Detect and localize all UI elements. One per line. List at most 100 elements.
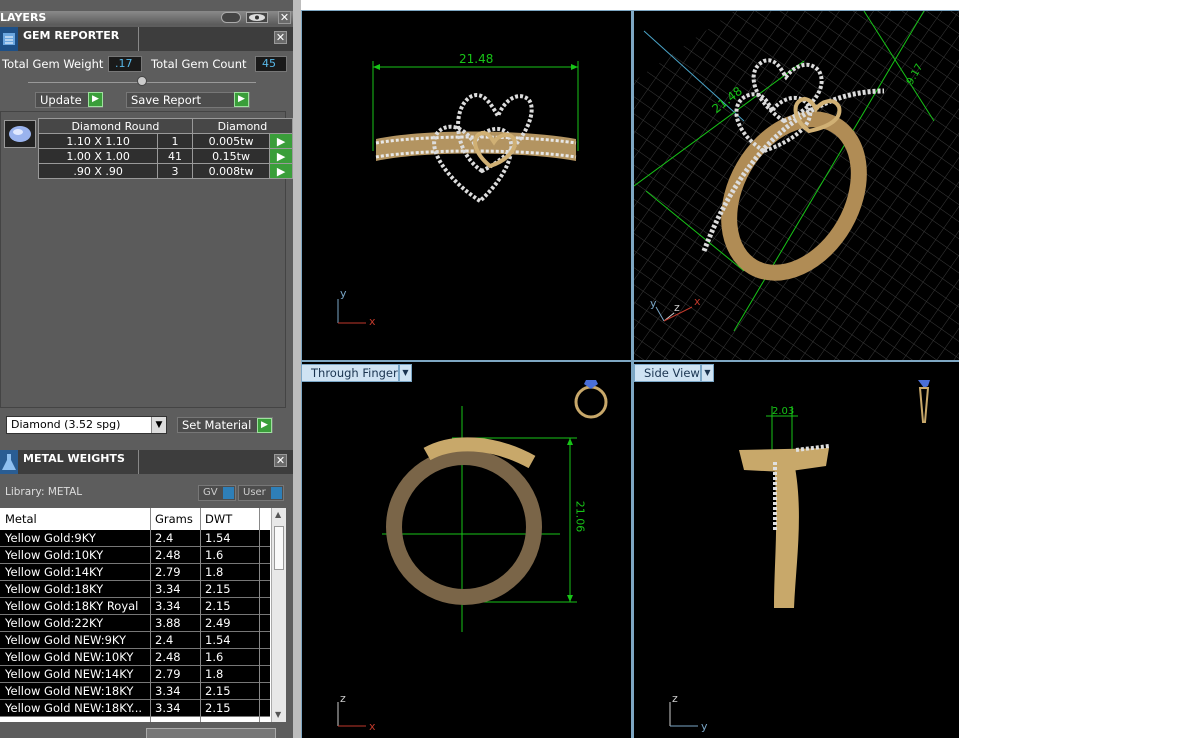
metal-cell-metal: Yellow Gold NEW:18KY... [5,701,143,715]
gem-row-play-icon[interactable]: ▶ [269,163,293,179]
metal-cell-metal: Yellow Gold NEW:18KY [5,684,134,698]
side-view-dimension: 2.03 [772,406,795,417]
column-divider [150,508,151,722]
flask-icon [0,450,18,474]
diamond-round-icon[interactable] [4,120,36,148]
gem-reporter-close-icon[interactable]: ✕ [274,31,287,44]
through-finger-canvas [337,380,608,727]
gem-row-play-icon[interactable]: ▶ [269,133,293,149]
scroll-down-icon[interactable]: ▼ [275,710,281,719]
metal-cell-metal: Yellow Gold:14KY [5,565,104,579]
user-toggle-icon[interactable] [271,487,282,499]
gem-row[interactable]: 1.10 X 1.10 1 0.005tw ▶ [37,133,293,149]
metal-cell-grams: 2.79 [155,565,181,579]
gem-weight: 0.15tw [191,148,271,164]
material-select[interactable]: Diamond (3.52 spg) ▼ [6,416,167,434]
metal-cell-metal: Yellow Gold:10KY [5,548,104,562]
splitter-handle[interactable] [137,76,147,86]
viewport-perspective[interactable]: 21.48 9.17 y z x [634,11,959,360]
metal-cell-dwt: 1.8 [205,565,224,579]
metal-cell-dwt: 1.54 [205,633,231,647]
viewport-top[interactable]: 21.48 y x [302,11,631,360]
eye-icon[interactable] [246,12,268,23]
gv-button[interactable]: GV [198,485,236,501]
bottom-control[interactable] [146,728,276,738]
save-report-button[interactable]: Save Report [126,92,250,108]
metal-cell-grams: 2.79 [155,667,181,681]
side-view-dropdown[interactable]: Side View ▼ [634,364,714,382]
viewport-through-finger[interactable]: 21.06 z x [302,362,631,738]
table-row[interactable]: Yellow Gold:10KY 2.48 1.6 [0,547,270,564]
through-finger-label: Through Finger [311,366,398,380]
metal-cell-metal: Yellow Gold NEW:9KY [5,633,127,647]
user-button[interactable]: User [238,485,284,501]
scroll-up-icon[interactable]: ▲ [275,510,281,519]
close-icon[interactable]: ✕ [278,11,291,24]
metal-cell-dwt: 1.6 [205,650,224,664]
axis-x-label: x [369,315,376,328]
metal-cell-dwt: 2.15 [205,599,231,613]
gv-toggle-icon[interactable] [223,487,234,499]
table-row[interactable]: Yellow Gold NEW:18KY 3.34 2.15 [0,683,270,700]
side-view-label: Side View [644,366,700,380]
set-material-label: Set Material [182,418,252,432]
table-row[interactable]: Yellow Gold:22KY 3.88 2.49 [0,615,270,632]
table-row[interactable]: Yellow Gold:9KY 2.4 1.54 [0,530,270,547]
side-panel: LAYERS ✕ GEM REPORTER ✕ Total Gem Weight… [0,0,293,738]
metal-cell-grams: 3.34 [155,684,181,698]
tf-axis-z: z [340,692,346,705]
gem-header-shape: Diamond Round [38,118,193,134]
perspective-canvas [634,11,959,360]
layers-toggle-icon[interactable] [221,12,241,23]
save-report-label: Save Report [131,93,202,107]
metal-weights-title: METAL WEIGHTS [23,452,125,465]
side-view-canvas [669,380,930,727]
scroll-thumb[interactable] [274,526,284,570]
metal-cell-dwt: 1.8 [205,667,224,681]
perspective-axis-y: y [650,297,657,310]
metal-cell-metal: Yellow Gold:22KY [5,616,104,630]
update-play-icon[interactable]: ▶ [88,92,103,107]
total-gem-count-value: 45 [255,56,287,72]
metal-cell-grams: 3.34 [155,582,181,596]
gem-row[interactable]: .90 X .90 3 0.008tw ▶ [37,163,293,179]
total-gem-count-label: Total Gem Count [151,57,247,71]
chevron-down-icon[interactable]: ▼ [399,364,412,382]
gem-count: 1 [157,133,193,149]
gem-header-type: Diamond [191,118,293,134]
table-row[interactable]: Yellow Gold:18KY Royal 3.34 2.15 [0,598,270,615]
table-row[interactable]: Yellow Gold:18KY 3.34 2.15 [0,581,270,598]
metal-table-scrollbar[interactable]: ▲ ▼ [271,508,286,722]
material-select-value: Diamond (3.52 spg) [11,418,121,431]
metal-cell-dwt: 2.15 [205,684,231,698]
metal-cell-metal: Yellow Gold NEW:14KY [5,667,134,681]
gem-reporter-title: GEM REPORTER [23,29,120,42]
metal-cell-grams: 3.88 [155,616,181,630]
chevron-down-icon[interactable]: ▼ [701,364,714,382]
table-row[interactable]: Yellow Gold:14KY 2.79 1.8 [0,564,270,581]
chevron-down-icon[interactable]: ▼ [151,417,166,433]
table-row[interactable]: Yellow Gold NEW:9KY 2.4 1.54 [0,632,270,649]
metal-weights-header: METAL WEIGHTS ✕ [0,450,293,474]
total-gem-weight-value: .17 [108,56,142,72]
set-material-play-icon[interactable]: ▶ [257,418,272,433]
library-label: Library: METAL [5,486,83,498]
metal-cell-grams: 2.48 [155,650,181,664]
save-report-play-icon[interactable]: ▶ [234,92,249,107]
gem-reporter-icon [0,27,18,51]
gem-row-play-icon[interactable]: ▶ [269,148,293,164]
viewport-side[interactable]: 2.03 z y [634,362,959,738]
table-row[interactable]: Yellow Gold NEW:18KY... 3.34 2.15 [0,700,270,717]
table-row[interactable]: Yellow Gold NEW:14KY 2.79 1.8 [0,666,270,683]
metal-weights-close-icon[interactable]: ✕ [274,454,287,467]
perspective-axis-z: z [674,301,680,314]
gem-row[interactable]: 1.00 X 1.00 41 0.15tw ▶ [37,148,293,164]
panel-splitter[interactable] [293,0,301,738]
table-row[interactable]: Yellow Gold NEW:10KY 2.48 1.6 [0,649,270,666]
bottom-strip [0,722,293,738]
metal-cell-grams: 3.34 [155,701,181,715]
through-finger-dropdown[interactable]: Through Finger ▼ [301,364,412,382]
through-finger-dimension: 21.06 [573,500,587,533]
metal-cell-metal: Yellow Gold:18KY Royal [5,599,139,613]
gem-size: 1.10 X 1.10 [37,133,159,149]
